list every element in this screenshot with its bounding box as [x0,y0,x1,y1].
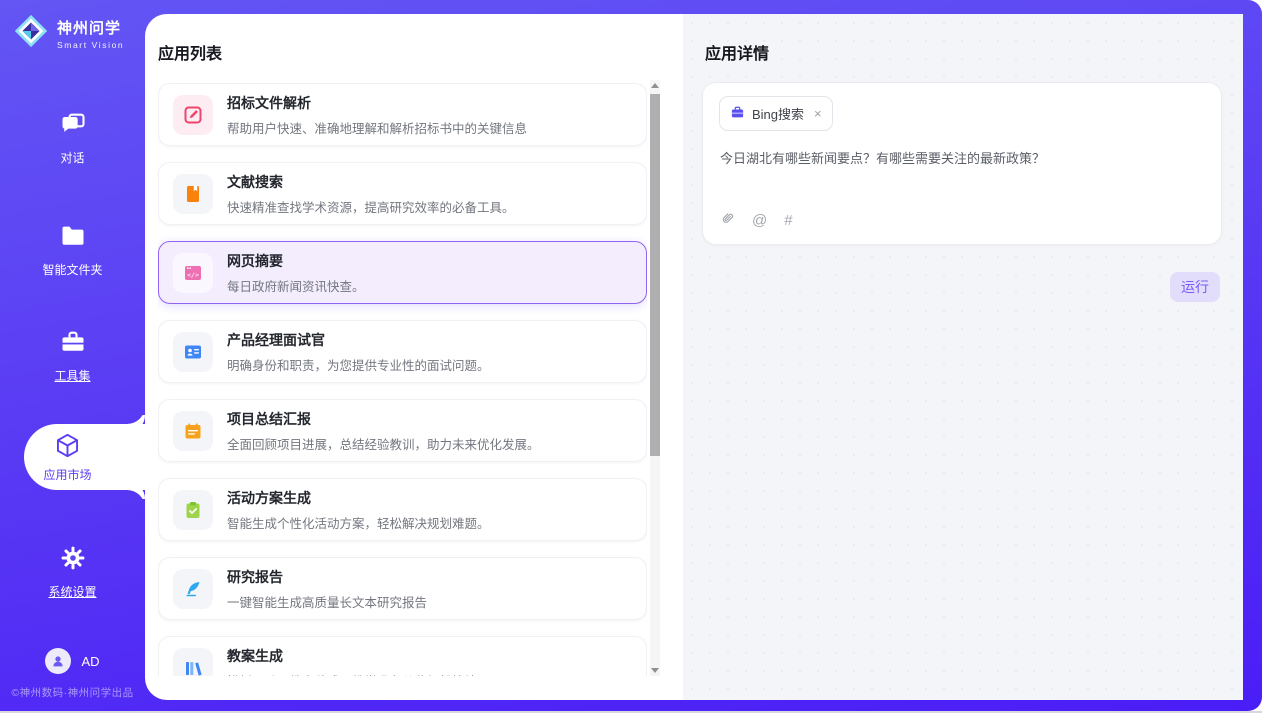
avatar [45,648,71,674]
list-item-pm-interviewer[interactable]: 产品经理面试官 明确身份和职责，为您提供专业性的面试问题。 [158,320,647,383]
calendar-icon [173,411,213,451]
book-icon [173,174,213,214]
sidebar: 神州问学 Smart Vision 对话 智能文件夹 [0,0,145,711]
list-item-literature-search[interactable]: 文献搜索 快速精准查找学术资源，提高研究效率的必备工具。 [158,162,647,225]
sidebar-item-chat[interactable]: 对话 [0,110,145,166]
toolbox-icon [59,328,87,359]
hash-icon[interactable]: # [784,212,792,229]
web-page-icon: </> [173,253,213,293]
close-icon[interactable]: × [814,106,822,121]
app-card-desc: 帮助用户快速、准确地理解和解析招标书中的关键信息 [227,118,527,137]
quill-icon [173,569,213,609]
list-item-activity-plan[interactable]: 活动方案生成 智能生成个性化活动方案，轻松解决规划难题。 [158,478,647,541]
sidebar-item-label: 应用市场 [43,466,91,483]
attachment-icon[interactable] [720,210,735,231]
list-item-lesson-plan[interactable]: 教案生成 模板驱动，教案秒成，教学准备从此轻松快捷 [158,636,647,676]
window-bottom-edge [0,711,1262,713]
resume-icon [173,332,213,372]
folder-icon [59,222,87,253]
app-card-title: 产品经理面试官 [227,330,490,350]
editor-toolbar: @ # [720,210,793,231]
sidebar-item-label: 工具集 [54,367,90,384]
sidebar-item-app-market[interactable]: 应用市场 [24,424,145,490]
app-card-list: 招标文件解析 帮助用户快速、准确地理解和解析招标书中的关键信息 文献搜索 快速精… [158,83,647,676]
sidebar-item-label: 智能文件夹 [42,261,102,278]
app-card-desc: 每日政府新闻资讯快查。 [227,276,365,295]
app-card-title: 教案生成 [227,646,477,666]
app-card-title: 网页摘要 [227,251,365,271]
list-item-web-summary[interactable]: </> 网页摘要 每日政府新闻资讯快查。 [158,241,647,304]
app-detail-panel: 应用详情 Bing搜索 × 今日湖北有哪些新闻要点？有哪些需要关注的最新政策？ [683,14,1243,700]
app-list-title: 应用列表 [158,40,222,64]
scroll-up-arrow-icon[interactable] [651,83,659,88]
list-item-bid-parse[interactable]: 招标文件解析 帮助用户快速、准确地理解和解析招标书中的关键信息 [158,83,647,146]
sidebar-item-toolset[interactable]: 工具集 [0,328,145,384]
user-name: AD [81,654,99,669]
app-card-desc: 模板驱动，教案秒成，教学准备从此轻松快捷 [227,671,477,677]
clipboard-check-icon [173,490,213,530]
tool-tag-label: Bing搜索 [752,104,804,123]
app-card-title: 活动方案生成 [227,488,490,508]
scrollbar-thumb[interactable] [650,94,660,456]
chat-icon [59,110,87,141]
books-icon [173,648,213,677]
sidebar-item-label: 系统设置 [48,583,96,600]
app-card-desc: 快速精准查找学术资源，提高研究效率的必备工具。 [227,197,515,216]
cube-icon [54,432,81,462]
app-card-title: 招标文件解析 [227,93,527,113]
app-card-title: 项目总结汇报 [227,409,540,429]
scroll-down-arrow-icon[interactable] [651,668,659,673]
app-card-desc: 一键智能生成高质量长文本研究报告 [227,592,427,611]
sidebar-item-settings[interactable]: 系统设置 [0,544,145,600]
gear-icon [59,544,87,575]
query-textarea[interactable]: 今日湖北有哪些新闻要点？有哪些需要关注的最新政策？ [720,149,1205,169]
copyright-footer: ©神州数码·神州问学出品 [0,685,145,700]
mention-icon[interactable]: @ [752,212,767,229]
diamond-logo-icon [12,12,50,55]
list-item-research-report[interactable]: 研究报告 一键智能生成高质量长文本研究报告 [158,557,647,620]
list-item-project-summary[interactable]: 项目总结汇报 全面回顾项目进展，总结经验教训，助力未来优化发展。 [158,399,647,462]
app-card-title: 研究报告 [227,567,427,587]
briefcase-icon [730,105,745,123]
app-detail-title: 应用详情 [705,40,769,64]
app-window: 神州问学 Smart Vision 对话 智能文件夹 [0,0,1270,714]
app-list-panel: 应用列表 招标文件解析 帮助用户快速、准确地理解和解析招标书中的关键信息 [145,14,683,700]
bid-doc-icon [173,95,213,135]
app-card-title: 文献搜索 [227,172,515,192]
app-card-desc: 明确身份和职责，为您提供专业性的面试问题。 [227,355,490,374]
app-card-desc: 全面回顾项目进展，总结经验教训，助力未来优化发展。 [227,434,540,453]
run-button[interactable]: 运行 [1170,272,1220,302]
brand-subtitle: Smart Vision [57,40,124,50]
app-card-desc: 智能生成个性化活动方案，轻松解决规划难题。 [227,513,490,532]
tool-tag-bing-search[interactable]: Bing搜索 × [719,96,833,131]
user-account[interactable]: AD [0,648,145,674]
sidebar-item-label: 对话 [60,149,84,166]
brand-title: 神州问学 [57,17,124,38]
list-scrollbar[interactable] [650,80,660,676]
brand-logo: 神州问学 Smart Vision [12,12,124,55]
svg-text:</>: </> [187,271,199,279]
sidebar-item-smart-folder[interactable]: 智能文件夹 [0,222,145,278]
query-editor-card: Bing搜索 × 今日湖北有哪些新闻要点？有哪些需要关注的最新政策？ @ # [702,82,1222,245]
